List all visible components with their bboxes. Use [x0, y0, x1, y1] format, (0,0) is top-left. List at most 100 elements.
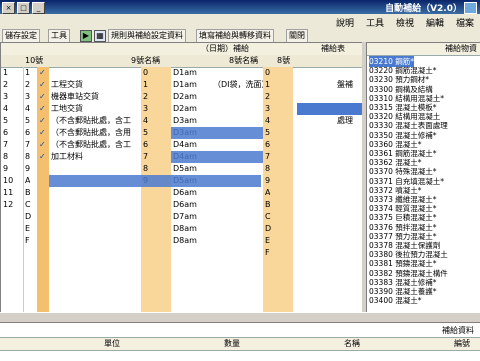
- checkbox-icon[interactable]: ✓: [39, 151, 46, 163]
- window-title: 自動補給（V2.0）: [385, 4, 462, 14]
- row-selection-highlight[interactable]: [49, 175, 141, 187]
- cell-9-value: 4: [143, 116, 149, 125]
- cell-8-number: D: [265, 224, 272, 233]
- row-index: 10: [3, 176, 14, 185]
- cell-10-value: 6: [25, 128, 31, 137]
- cell-10-name: （不含郵貼批處，含工: [51, 140, 131, 149]
- cell-9-value: 8: [143, 164, 149, 173]
- cell-9-value: 2: [143, 92, 149, 101]
- checkbox-icon[interactable]: ✓: [39, 139, 46, 151]
- cell-10-value: 4: [25, 104, 31, 113]
- col-8-header[interactable]: 8號: [277, 55, 290, 67]
- minimize-button[interactable]: _: [32, 2, 45, 14]
- row-selection-highlight[interactable]: [171, 127, 263, 139]
- data-grid[interactable]: （日期）補給 補給表 10號 9號名稱 8號名稱 8號 1 2 3 4 5 6 …: [0, 42, 364, 314]
- col-9-values: 0123456789: [141, 67, 171, 313]
- window-controls: × □ _: [2, 2, 45, 14]
- col-8-codes: D1amD1amD2amD2amD3amD3amD4amD4amD5amD5am…: [171, 67, 211, 313]
- tree-header: 補給物資: [367, 43, 480, 56]
- cell-8-number: 4: [265, 116, 271, 125]
- grid-title-left: （日期）補給: [201, 44, 249, 53]
- cell-8-code: D3am: [173, 116, 197, 125]
- cell-8-number: 7: [265, 152, 271, 161]
- col-10-values: 1 2 3 4 5 6 7 8 9 ABCDEF: [23, 67, 37, 313]
- cell-8-code: D1am: [173, 80, 197, 89]
- col-10-header[interactable]: 10號: [25, 55, 43, 67]
- row-index: 2: [3, 80, 9, 89]
- col-9-header[interactable]: 9號名稱: [131, 55, 160, 67]
- save-settings-button[interactable]: 儲存設定: [2, 29, 40, 43]
- bottom-col[interactable]: 名稱: [344, 338, 360, 350]
- tree-item[interactable]: 03400 混凝土*: [369, 295, 422, 306]
- cell-8-number: E: [265, 236, 271, 245]
- cell-10-value: D: [25, 212, 32, 221]
- right-labels: 盤補 處理: [293, 67, 363, 313]
- cell-8-code: D2am: [173, 92, 197, 101]
- bottom-col[interactable]: 單位: [104, 338, 120, 350]
- tools-button[interactable]: 工具: [48, 29, 70, 43]
- cell-10-value: F: [25, 236, 30, 245]
- row-index: 1: [3, 68, 9, 77]
- cell-10-name: 加工材料: [51, 152, 83, 161]
- checkbox-icon[interactable]: ✓: [39, 91, 46, 103]
- cell-9-value: 5: [143, 128, 149, 137]
- cell-8-code: D8am: [173, 236, 197, 245]
- row-selection-highlight[interactable]: [171, 151, 263, 163]
- close-data-button[interactable]: 關閉: [286, 29, 308, 43]
- bottom-columns: 編號 名稱 數量 單位: [0, 337, 480, 351]
- cell-8-number: 5: [265, 128, 271, 137]
- maximize-button[interactable]: □: [17, 2, 30, 14]
- grid-icon[interactable]: ▦: [94, 30, 106, 42]
- bottom-col[interactable]: 數量: [224, 338, 240, 350]
- cell-10-value: 8: [25, 152, 31, 161]
- right-label: 處理: [337, 116, 353, 125]
- cell-8-number: 0: [265, 68, 271, 77]
- cell-8-code: D8am: [173, 224, 197, 233]
- cell-8-code: D1am: [173, 68, 197, 77]
- checkbox-icon[interactable]: ✓: [39, 67, 46, 79]
- cell-10-value: 7: [25, 140, 31, 149]
- cell-8-code: D2am: [173, 104, 197, 113]
- row-index: 6: [3, 128, 9, 137]
- bottom-panel: 補給資料 編號 名稱 數量 單位: [0, 322, 480, 361]
- title-bar: × □ _ 自動補給（V2.0）: [0, 0, 480, 14]
- cell-8-number: 2: [265, 92, 271, 101]
- col-8-name-header[interactable]: 8號名稱: [229, 55, 258, 67]
- cell-8-number: C: [265, 212, 271, 221]
- material-tree[interactable]: 補給物資 03210 鋼筋* 03220 鋼筋混凝土* 03230 預力鋼材* 033…: [366, 42, 480, 314]
- cell-8-number: 8: [265, 164, 271, 173]
- cell-10-value: A: [25, 176, 31, 185]
- checkbox-icon[interactable]: ✓: [39, 103, 46, 115]
- checkbox-icon[interactable]: ✓: [39, 127, 46, 139]
- row-index: 11: [3, 188, 14, 197]
- play-icon[interactable]: ▶: [80, 30, 92, 42]
- cell-8-code: D6am: [173, 188, 197, 197]
- checkbox-icon[interactable]: ✓: [39, 115, 46, 127]
- app-icon: [464, 2, 477, 14]
- cell-9-value: 0: [143, 68, 149, 77]
- cell-10-name: （不含郵貼批處，含用: [51, 128, 131, 137]
- close-button[interactable]: ×: [2, 2, 15, 14]
- cell-8-code: D6am: [173, 200, 197, 209]
- col-8-numbers: 0 1 2 3 4 5 6 7 8 9 ABCDEF: [263, 67, 293, 313]
- row-selection-highlight[interactable]: [141, 175, 261, 187]
- cell-9-value: 7: [143, 152, 149, 161]
- cell-8-number: 9: [265, 176, 271, 185]
- toolbar: 儲存設定 工具 ▶ ▦ 規則與補給設定資料 填寫補給與轉移資料 關閉: [0, 28, 480, 43]
- cell-10-value: 1: [25, 68, 31, 77]
- cell-8-number: 6: [265, 140, 271, 149]
- cell-8-number: 1: [265, 80, 271, 89]
- row-index: 7: [3, 140, 9, 149]
- cell-8-code: D7am: [173, 212, 197, 221]
- bottom-col[interactable]: 編號: [454, 338, 470, 350]
- cell-9-value: 1: [143, 80, 149, 89]
- transfer-data-button[interactable]: 填寫補給與轉移資料: [196, 29, 274, 43]
- checkbox-icon[interactable]: ✓: [39, 79, 46, 91]
- rule-data-button[interactable]: 規則與補給設定資料: [108, 29, 186, 43]
- cell-8-number: B: [265, 200, 271, 209]
- col-8-names: （DI袋，洗面）: [211, 67, 270, 313]
- cell-9-value: 6: [143, 140, 149, 149]
- right-highlight[interactable]: [297, 103, 363, 115]
- col-10-check[interactable]: ✓ ✓ ✓ ✓ ✓ ✓ ✓ ✓: [37, 67, 49, 313]
- cell-10-name: 工程交貨: [51, 80, 83, 89]
